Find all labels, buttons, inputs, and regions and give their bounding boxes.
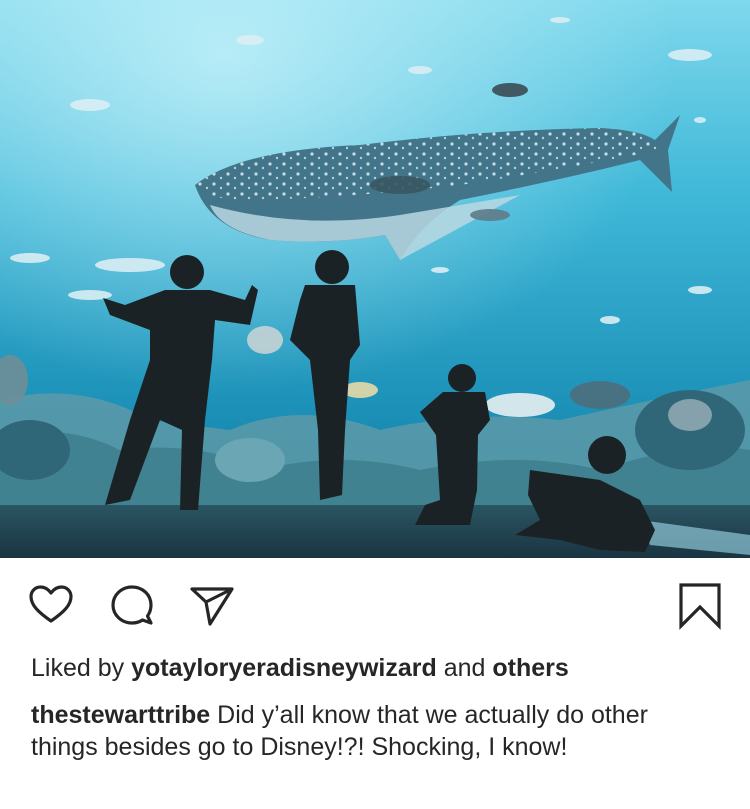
caption-username-link[interactable]: thestewarttribe	[31, 701, 210, 729]
aquarium-photo	[0, 0, 750, 558]
likes-others-link[interactable]: others	[492, 654, 568, 682]
post-action-bar	[0, 558, 750, 650]
liker-username-link[interactable]: yotayloryeradisneywizard	[131, 654, 437, 682]
comment-bubble-icon[interactable]	[107, 580, 157, 630]
share-icon-graphic	[190, 587, 234, 626]
post-caption: thestewarttribe Did y’all know that we a…	[31, 699, 721, 763]
comment-icon-graphic	[111, 585, 153, 625]
heart-outline-icon[interactable]	[26, 580, 76, 630]
post-photo[interactable]	[0, 0, 750, 558]
bookmark-outline-icon[interactable]	[675, 580, 725, 630]
save-icon-graphic	[679, 583, 721, 630]
like-icon-graphic	[29, 585, 73, 623]
likes-conjunction: and	[436, 654, 493, 682]
likes-summary: Liked by yotayloryeradisneywizard and ot…	[31, 650, 731, 686]
likes-prefix: Liked by	[31, 654, 132, 682]
paper-plane-icon[interactable]	[186, 580, 236, 630]
